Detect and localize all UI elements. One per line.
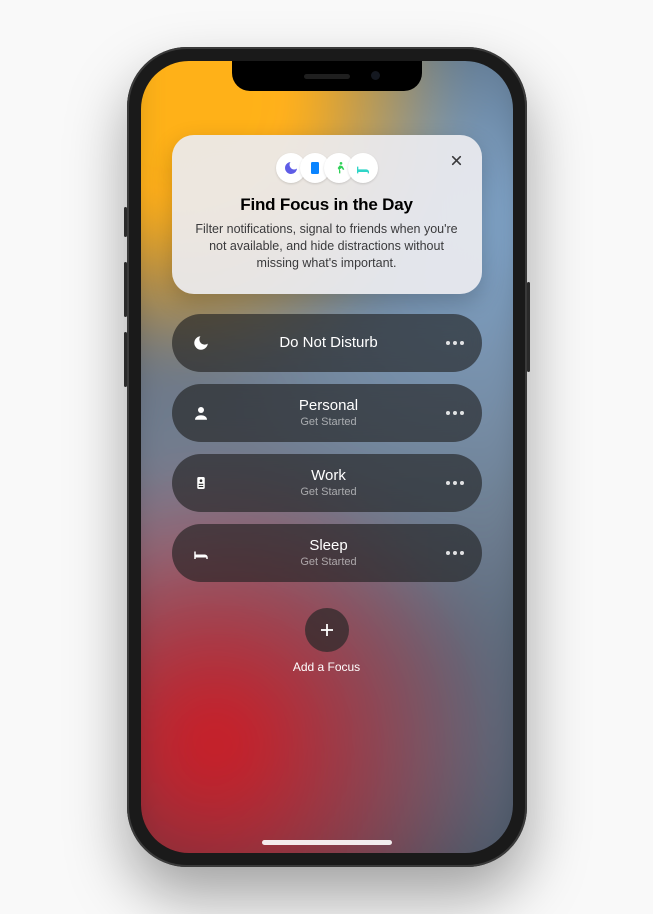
volume-up-button — [124, 262, 127, 317]
person-icon — [190, 404, 212, 422]
bed-icon — [348, 153, 378, 183]
focus-mode-list: Do Not Disturb Personal Get Started — [172, 314, 482, 582]
add-focus-button[interactable] — [305, 608, 349, 652]
notch — [232, 61, 422, 91]
focus-row-subtitle: Get Started — [220, 556, 438, 569]
card-title: Find Focus in the Day — [194, 195, 460, 215]
focus-row-sleep[interactable]: Sleep Get Started — [172, 524, 482, 582]
mute-switch — [124, 207, 127, 237]
iphone-device-frame: Find Focus in the Day Filter notificatio… — [127, 47, 527, 867]
focus-row-subtitle: Get Started — [220, 416, 438, 429]
focus-row-work[interactable]: Work Get Started — [172, 454, 482, 512]
focus-row-title: Work — [220, 467, 438, 484]
focus-row-title: Do Not Disturb — [220, 334, 438, 351]
add-focus-label: Add a Focus — [293, 660, 360, 674]
close-button[interactable] — [446, 149, 468, 171]
focus-info-card: Find Focus in the Day Filter notificatio… — [172, 135, 482, 294]
more-button[interactable] — [446, 551, 464, 555]
card-icon-row — [194, 153, 460, 183]
more-button[interactable] — [446, 411, 464, 415]
focus-row-dnd[interactable]: Do Not Disturb — [172, 314, 482, 372]
focus-row-title: Personal — [220, 397, 438, 414]
volume-down-button — [124, 332, 127, 387]
speaker-grille — [304, 74, 350, 79]
card-description: Filter notifications, signal to friends … — [194, 221, 460, 272]
side-button — [527, 282, 530, 372]
more-button[interactable] — [446, 341, 464, 345]
focus-row-personal[interactable]: Personal Get Started — [172, 384, 482, 442]
more-button[interactable] — [446, 481, 464, 485]
moon-icon — [190, 334, 212, 352]
badge-icon — [190, 474, 212, 492]
focus-row-title: Sleep — [220, 537, 438, 554]
focus-row-subtitle: Get Started — [220, 486, 438, 499]
bed-icon — [190, 544, 212, 562]
home-indicator[interactable] — [262, 840, 392, 845]
front-camera — [371, 71, 380, 80]
